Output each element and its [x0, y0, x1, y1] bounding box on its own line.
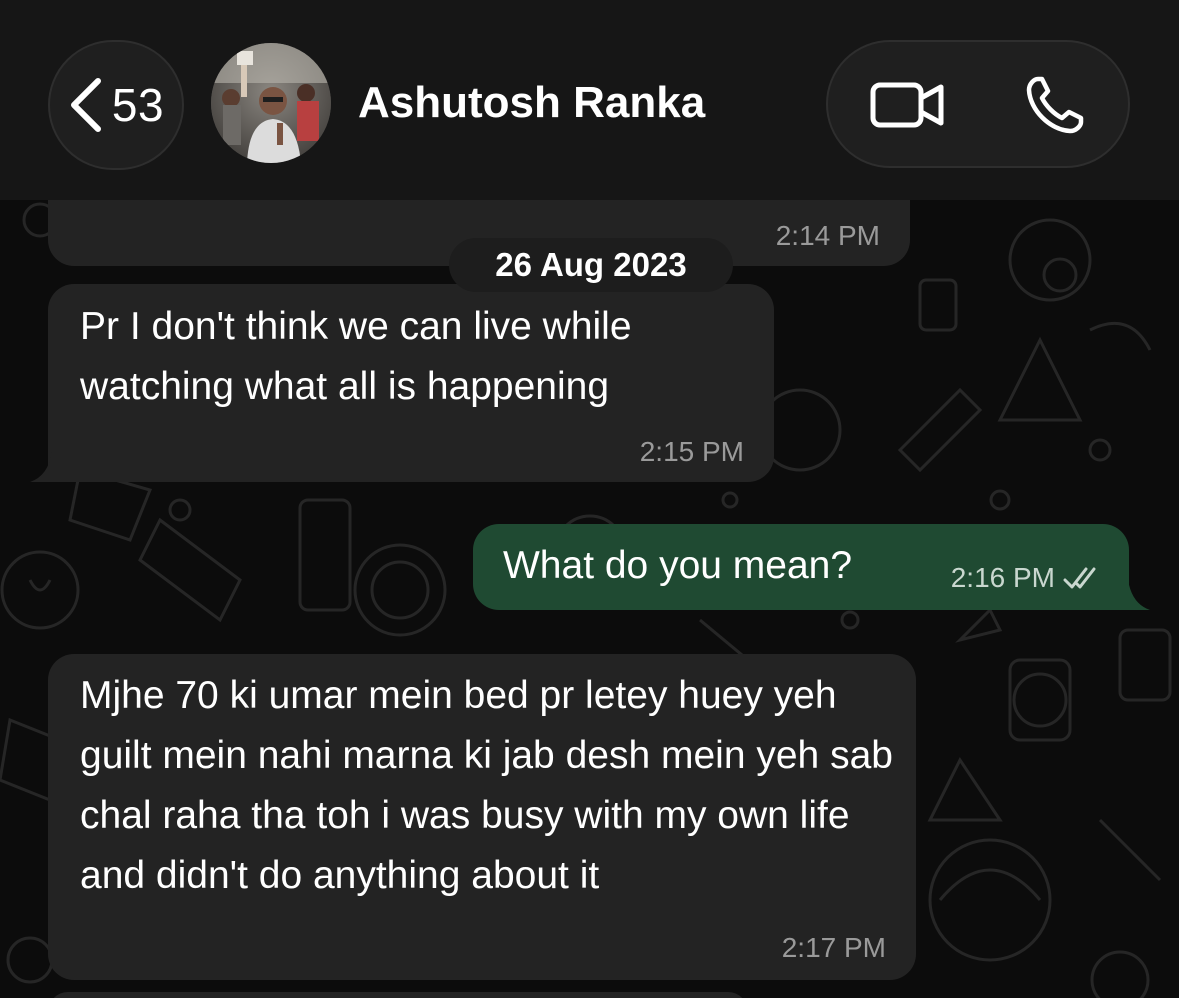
profile-photo	[211, 43, 331, 163]
back-button[interactable]: 53	[48, 40, 184, 170]
video-camera-icon	[870, 82, 944, 128]
message-bubble-incoming	[48, 992, 748, 998]
message-text: What do you mean?	[503, 544, 853, 587]
chat-area[interactable]: 2:14 PM Pr I don't think we can live whi…	[0, 200, 1179, 998]
message-text: Mjhe 70 ki umar mein bed pr letey huey y…	[80, 674, 893, 897]
voice-call-button[interactable]	[1018, 68, 1092, 142]
message-bubble-outgoing[interactable]: What do you mean? 2:16 PM	[473, 524, 1129, 610]
unread-count: 53	[111, 79, 165, 131]
video-call-button[interactable]	[868, 72, 948, 138]
double-check-icon	[1063, 567, 1096, 589]
message-bubble-incoming[interactable]: Pr I don't think we can live while watch…	[48, 284, 774, 482]
call-actions	[826, 40, 1130, 168]
message-text: Pr I don't think we can live while watch…	[80, 305, 632, 408]
avatar[interactable]	[211, 43, 331, 163]
message-time: 2:14 PM	[775, 220, 880, 251]
phone-icon	[1026, 76, 1084, 134]
bubble-tail	[30, 452, 70, 482]
chevron-left-icon	[70, 78, 101, 132]
date-separator: 26 Aug 2023	[449, 238, 733, 292]
bubble-tail	[1110, 580, 1150, 610]
message-time: 2:17 PM	[781, 932, 886, 963]
message-time: 2:16 PM	[950, 562, 1055, 593]
message-bubble-incoming[interactable]: Mjhe 70 ki umar mein bed pr letey huey y…	[48, 654, 916, 980]
contact-name[interactable]: Ashutosh Ranka	[358, 78, 705, 128]
chat-header: 53 Ashutosh Ranka	[0, 0, 1179, 200]
message-time: 2:15 PM	[639, 436, 744, 467]
chat-screen: 53 Ashutosh Ranka 2:14 PM Pr I don't thi…	[0, 0, 1179, 998]
